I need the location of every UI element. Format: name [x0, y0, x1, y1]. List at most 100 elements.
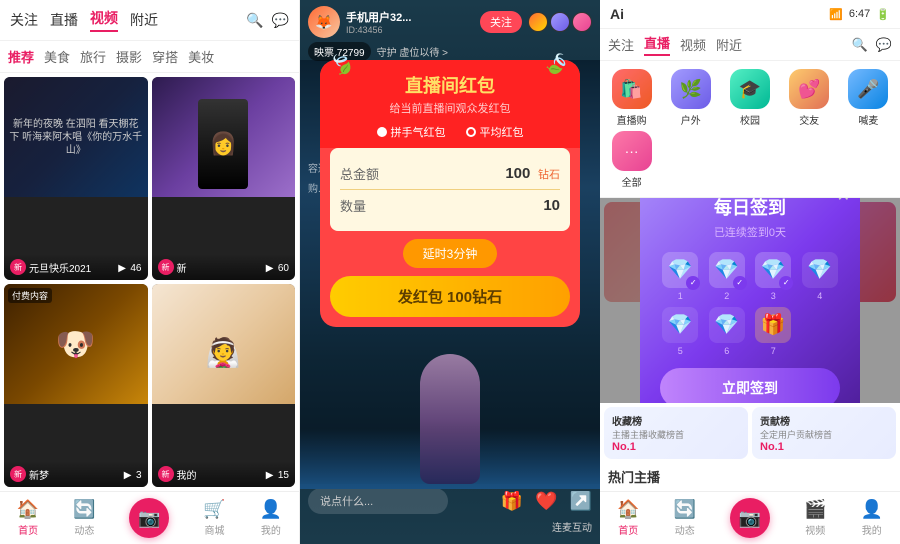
p3-camera-button[interactable]: 📷: [730, 498, 770, 538]
badge-collect-title: 收藏榜: [612, 413, 740, 428]
p3-nav-dynamic-label: 动态: [675, 522, 695, 537]
signin-close-button[interactable]: ✕: [837, 198, 850, 206]
delay-button[interactable]: 延时3分钟: [403, 239, 498, 268]
red-packet-header: 🍃 🍃 直播间红包 给当前直播间观众发红包 拼手气红包 平均红包: [320, 60, 580, 148]
gem-2: 💎 ✓: [709, 252, 745, 288]
video-card-2[interactable]: 👩 新 新 ▶ 60: [152, 77, 296, 280]
message-icon[interactable]: 💬: [272, 12, 289, 29]
tab-nearby[interactable]: 附近: [130, 10, 158, 30]
live-stream-header: 🦊 手机用户32... ID:43456 关注: [300, 0, 600, 44]
cat-food[interactable]: 美食: [44, 47, 70, 66]
gem-6: 💎: [709, 307, 745, 343]
nav-profile-label: 我的: [261, 522, 281, 537]
p3-nav-camera[interactable]: 📷: [730, 498, 770, 538]
panel2-live-stream: 容巡... 购... 🦊 手机用户32... ID:43456 关注 映票 72…: [300, 0, 600, 544]
dynamic-icon: 🔄: [73, 499, 95, 520]
red-packet-subtitle: 给当前直播间观众发红包: [336, 100, 564, 116]
cat-all-label: 全部: [622, 174, 642, 189]
video-card-4[interactable]: 👰 新 我的 ▶ 15: [152, 284, 296, 487]
option-average-label: 平均红包: [480, 124, 524, 140]
signin-action-button[interactable]: 立即签到: [660, 368, 840, 404]
nav-camera[interactable]: 📷: [129, 498, 169, 538]
p3-nav-dynamic[interactable]: 🔄 动态: [674, 499, 696, 537]
time-display: 6:47: [849, 8, 870, 20]
hot-section: 热门主播: [600, 463, 900, 491]
camera-button[interactable]: 📷: [129, 498, 169, 538]
cat-outdoor[interactable]: 🌿 户外: [663, 69, 718, 127]
cat-all[interactable]: ··· 全部: [604, 131, 659, 189]
viewer-avatar-3: [572, 12, 592, 32]
panel3-header: Ai 📶 6:47 🔋: [600, 0, 900, 29]
nav-shop[interactable]: 🛒 商城: [203, 499, 225, 537]
red-packet-body: 总金额 100 钻石 数量 10: [330, 148, 570, 231]
cat-friends[interactable]: 💕 交友: [782, 69, 837, 127]
search-icon[interactable]: 🔍: [246, 12, 263, 29]
gem-day-label-5: 5: [678, 346, 683, 356]
cat-live-shop-label: 直播购: [617, 112, 647, 127]
p3-nav-video[interactable]: 🎬 视频: [804, 499, 826, 537]
header-icons: 🔍 💬: [246, 12, 289, 29]
amount-value[interactable]: 100: [505, 165, 530, 182]
video1-description: 新年的夜晚 在泗阳 看天棚花下 听海来阿木唱《你的万水千山》: [4, 114, 148, 161]
video-card-3[interactable]: 🐶 付费内容 新 新梦 ▶ 3: [4, 284, 148, 487]
option-lucky[interactable]: 拼手气红包: [377, 124, 446, 140]
cat-all-icon: ···: [612, 131, 652, 171]
live-user-info: 手机用户32... ID:43456: [346, 9, 474, 35]
p3-tab-nearby[interactable]: 附近: [716, 35, 742, 54]
nav-profile[interactable]: 👤 我的: [260, 499, 282, 537]
battery-icon: 🔋: [876, 8, 890, 21]
nav-home[interactable]: 🏠 首页: [17, 499, 39, 537]
video1-count: 46: [130, 263, 141, 274]
cat-fashion[interactable]: 穿搭: [152, 47, 178, 66]
gem-1: 💎 ✓: [662, 252, 698, 288]
tab-live[interactable]: 直播: [50, 10, 78, 30]
category-tabs: 推荐 美食 旅行 摄影 穿搭 美妆: [0, 41, 299, 73]
cat-travel[interactable]: 旅行: [80, 47, 106, 66]
video2-author: 新 新: [158, 259, 187, 275]
cat-photo[interactable]: 摄影: [116, 47, 142, 66]
p3-tab-live[interactable]: 直播: [644, 33, 670, 56]
cat-live-shop[interactable]: 🛍️ 直播购: [604, 69, 659, 127]
p3-nav-profile-label: 我的: [862, 522, 882, 537]
paid-badge: 付费内容: [8, 288, 52, 303]
count-value[interactable]: 10: [543, 197, 560, 214]
send-red-packet-button[interactable]: 发红包 100钻石: [330, 276, 570, 317]
nav-shop-label: 商城: [205, 522, 225, 537]
gem-day-6: 💎 6: [707, 307, 748, 356]
p3-nav-profile[interactable]: 👤 我的: [861, 499, 883, 537]
nav-dynamic[interactable]: 🔄 动态: [73, 499, 95, 537]
p3-nav-video-label: 视频: [805, 522, 825, 537]
video2-play-info: ▶ 60: [266, 258, 289, 276]
video4-author: 新 我的: [158, 466, 197, 482]
panel1-video-feed: 关注 直播 视频 附近 🔍 💬 推荐 美食 旅行 摄影 穿搭 美妆 新年的夜晚 …: [0, 0, 300, 544]
follow-button[interactable]: 关注: [480, 11, 522, 33]
video-grid: 新年的夜晚 在泗阳 看天棚花下 听海来阿木唱《你的万水千山》 新 元旦快乐202…: [0, 73, 299, 491]
gem-day-7: 🎁 7: [753, 307, 794, 356]
video-card-1[interactable]: 新年的夜晚 在泗阳 看天棚花下 听海来阿木唱《你的万水千山》 新 元旦快乐202…: [4, 77, 148, 280]
cat-campus[interactable]: 🎓 校园: [722, 69, 777, 127]
video2-name: 新: [177, 260, 187, 275]
cat-shout[interactable]: 🎤 喊麦: [841, 69, 896, 127]
radio-lucky: [377, 127, 387, 137]
gem-day-label-6: 6: [724, 346, 729, 356]
video3-play-info: ▶ 3: [124, 465, 142, 483]
video1-author: 新 元旦快乐2021: [10, 259, 91, 275]
cat-recommend[interactable]: 推荐: [8, 47, 34, 66]
tab-video[interactable]: 视频: [90, 8, 118, 32]
p3-nav-home[interactable]: 🏠 首页: [617, 499, 639, 537]
p3-search-icon[interactable]: 🔍: [852, 37, 868, 53]
play-icon-3: ▶: [124, 470, 132, 481]
p3-tab-video[interactable]: 视频: [680, 35, 706, 54]
p3-message-icon[interactable]: 💬: [876, 37, 892, 53]
cat-beauty[interactable]: 美妆: [188, 47, 214, 66]
category-icons: 🛍️ 直播购 🌿 户外 🎓 校园 💕 交友 🎤 喊麦 ··· 全部: [600, 61, 900, 198]
video1-avatar: 新: [10, 259, 26, 275]
camera-icon: 📷: [138, 508, 160, 529]
tab-follow[interactable]: 关注: [10, 10, 38, 30]
p3-tab-follow[interactable]: 关注: [608, 35, 634, 54]
signin-modal: ✕ 每日签到 已连续签到0天 💎 ✓ 1 💎: [640, 198, 860, 403]
play-icon-4: ▶: [266, 470, 274, 481]
option-average[interactable]: 平均红包: [466, 124, 524, 140]
video3-name: 新梦: [29, 467, 49, 482]
cat-outdoor-label: 户外: [681, 112, 701, 127]
